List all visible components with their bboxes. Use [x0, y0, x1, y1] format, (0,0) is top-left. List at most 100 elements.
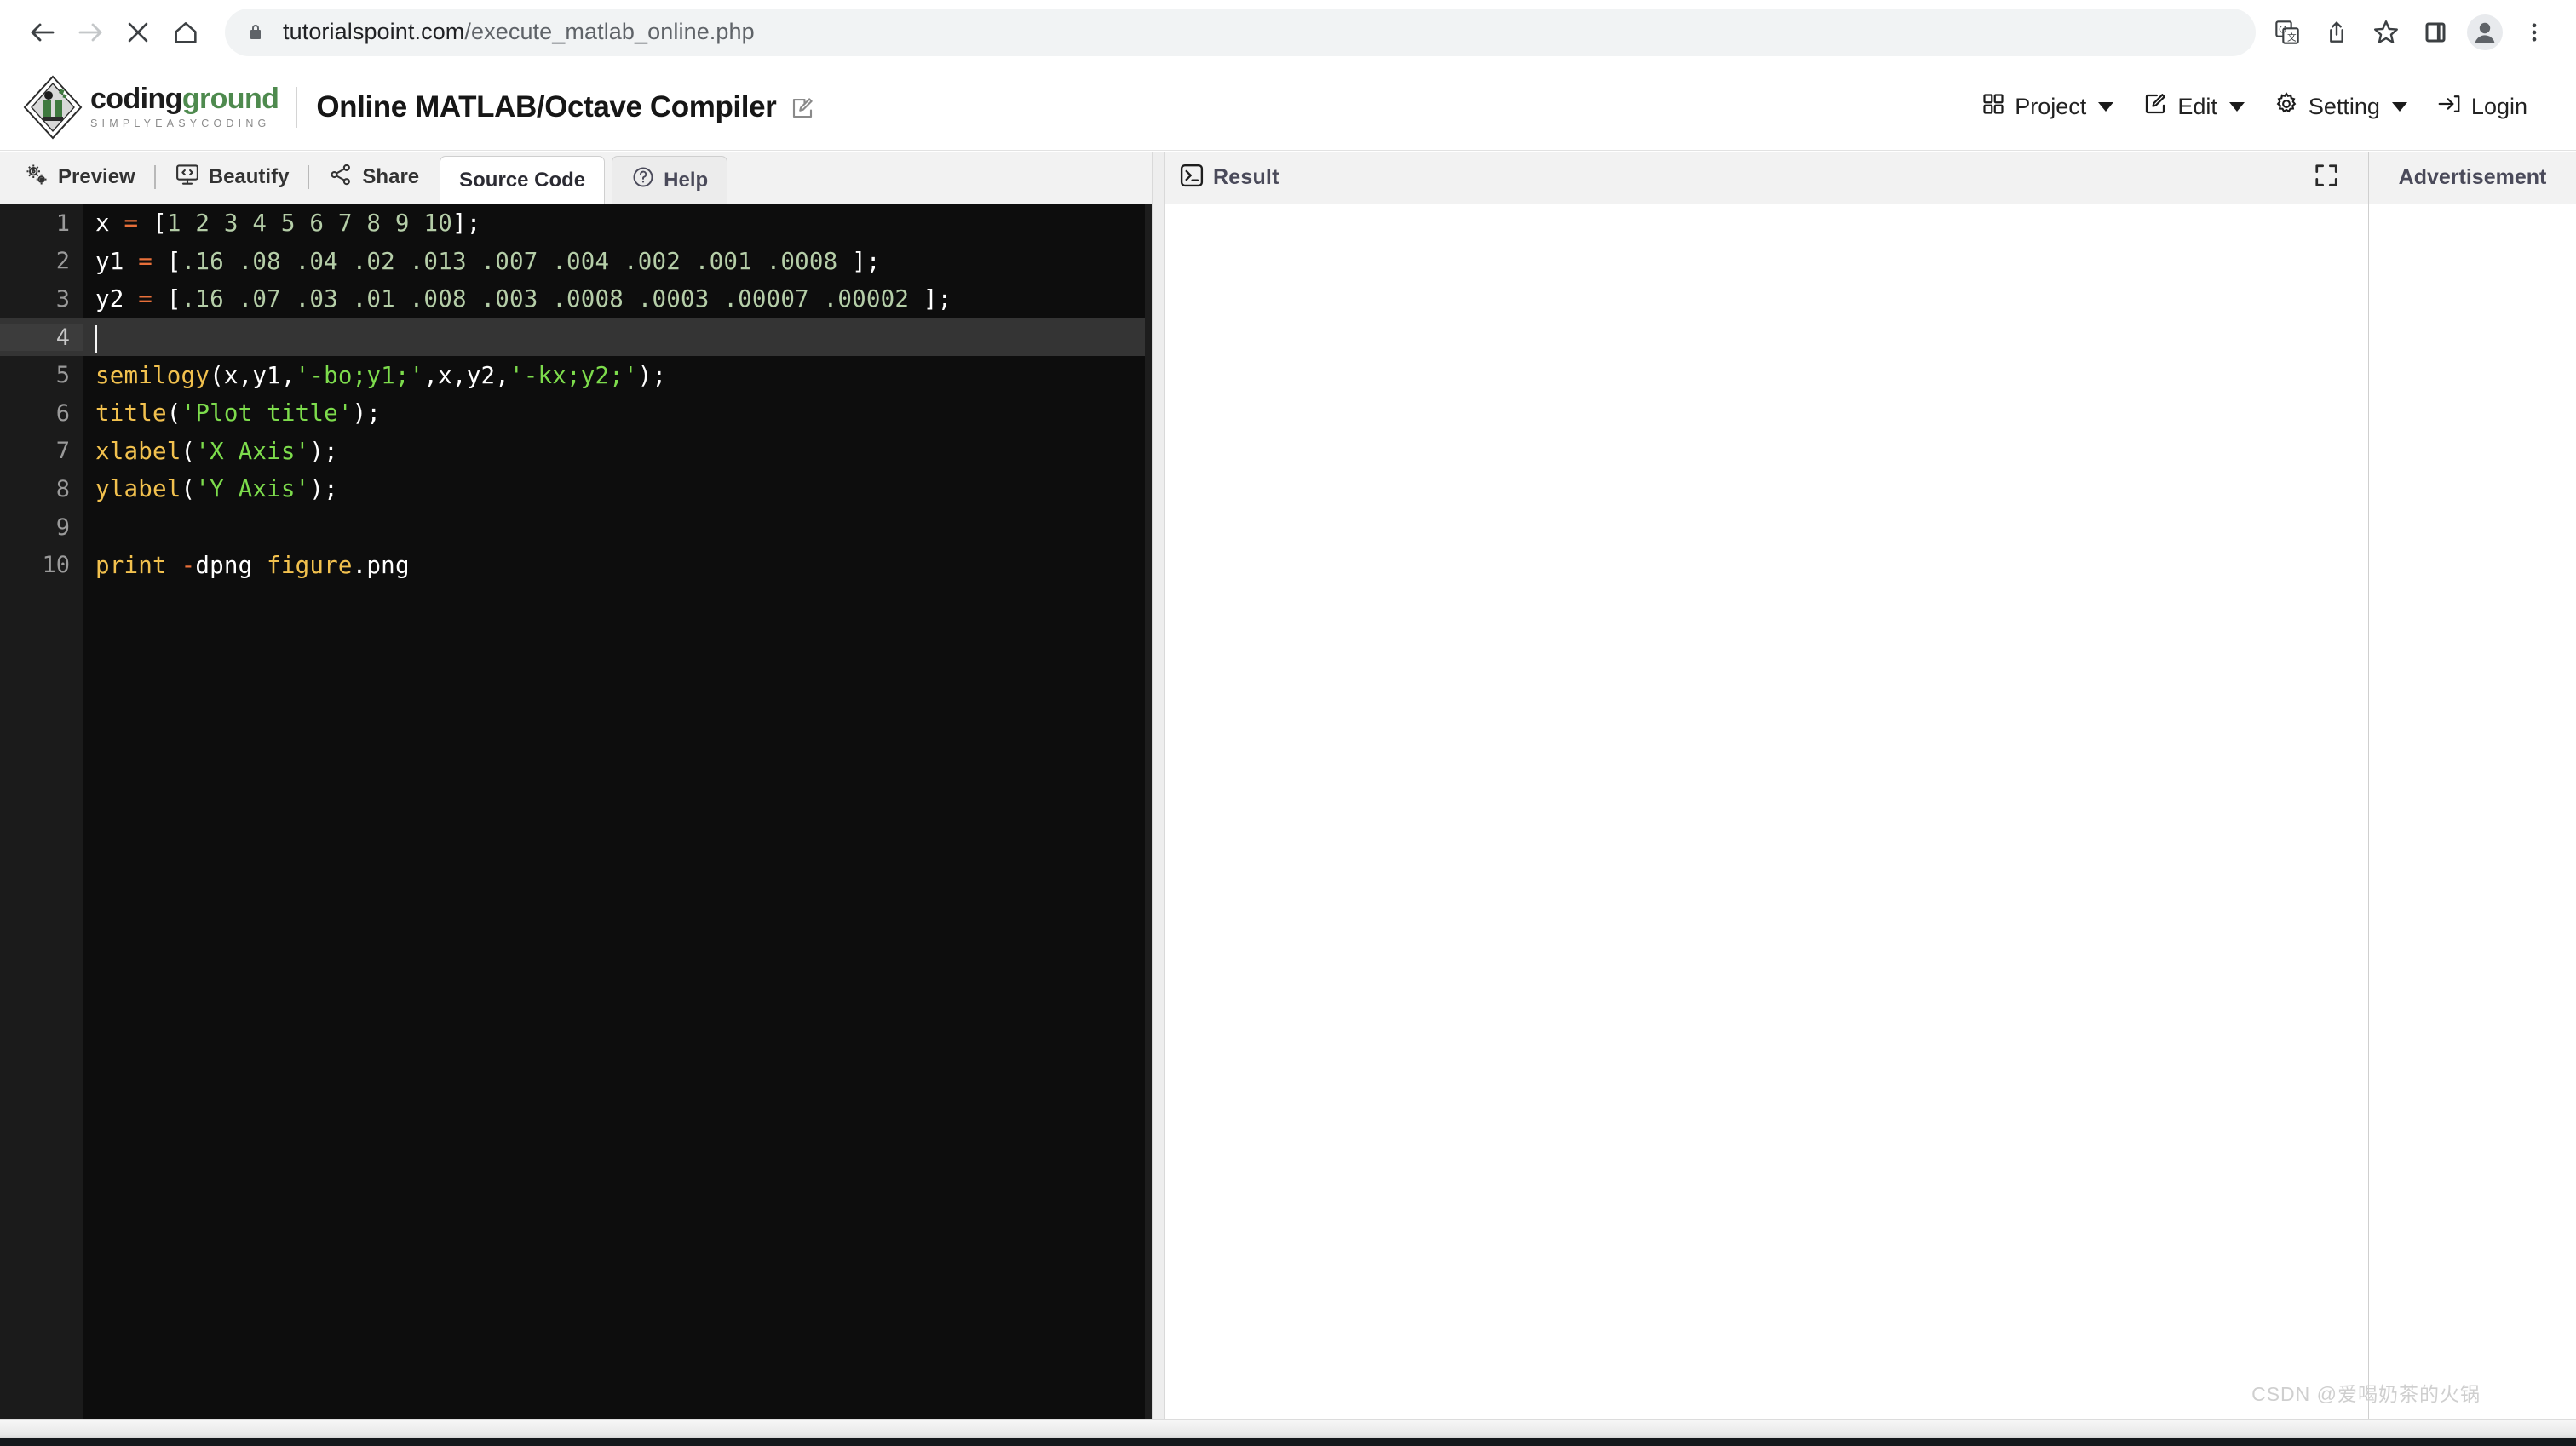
token-punc: (	[166, 399, 181, 427]
editor-toolbar-buttons: Preview Beautify Share	[0, 151, 431, 204]
translate-button[interactable]: G 文	[2264, 9, 2310, 55]
token-punc: dpng	[195, 551, 253, 579]
code-line[interactable]: 8 ylabel('Y Axis');	[0, 470, 1152, 508]
page-title: Online MATLAB/Octave Compiler	[316, 90, 815, 124]
code-line-text[interactable]: semilogy(x,y1,'-bo;y1;',x,y2,'-kx;y2;');	[83, 362, 1152, 389]
result-output	[1165, 204, 2368, 1420]
three-dot-menu-icon	[2522, 20, 2546, 44]
stop-button[interactable]	[114, 9, 162, 56]
browser-menu-button[interactable]	[2511, 9, 2557, 55]
token-punc: (x,y1,	[210, 361, 296, 389]
tab-source-code[interactable]: Source Code	[440, 156, 606, 204]
line-number: 3	[55, 285, 70, 313]
tab-help[interactable]: Help	[612, 156, 728, 204]
nav-item-setting-label: Setting	[2308, 94, 2380, 119]
token-punc: [	[166, 247, 181, 275]
svg-text:文: 文	[2287, 32, 2297, 43]
home-icon	[171, 18, 200, 47]
token-flag: -	[181, 551, 196, 579]
result-panel: Result	[1165, 152, 2368, 1420]
side-panel-icon	[2423, 20, 2448, 45]
nav-item-login[interactable]: Login	[2422, 82, 2542, 133]
monitor-code-icon	[175, 162, 200, 193]
code-editor[interactable]: 1 x = [1 2 3 4 5 6 7 8 9 10]; 2 y1 = [.16 .…	[0, 204, 1152, 1420]
device-bezel-bottom	[0, 1438, 2576, 1446]
beautify-button[interactable]: Beautify	[163, 151, 302, 204]
code-line[interactable]: 6 title('Plot title');	[0, 394, 1152, 433]
advertisement-panel: Advertisement	[2368, 152, 2576, 1420]
token-str: 'X Axis'	[195, 437, 310, 465]
brand-text: codingground SIMPLYEASYCODING	[90, 84, 279, 129]
nav-item-project[interactable]: Project	[1967, 82, 2128, 133]
code-line-text[interactable]: title('Plot title');	[83, 399, 1152, 427]
code-area[interactable]: 1 x = [1 2 3 4 5 6 7 8 9 10]; 2 y1 = [.16 .…	[0, 204, 1152, 1420]
code-line[interactable]: 10 print -dpng figure.png	[0, 546, 1152, 584]
line-number: 7	[55, 438, 70, 465]
line-number: 10	[42, 552, 70, 579]
gear-icon	[2274, 91, 2299, 123]
code-line[interactable]: 7 xlabel('X Axis');	[0, 433, 1152, 471]
side-panel-button[interactable]	[2412, 9, 2458, 55]
profile-button[interactable]	[2462, 9, 2508, 55]
token-punc: );	[637, 361, 667, 389]
stop-x-icon	[124, 18, 152, 47]
chevron-down-icon	[2098, 102, 2114, 112]
share-button[interactable]	[2314, 9, 2360, 55]
code-line-text[interactable]: y2 = [.16 .07 .03 .01 .008 .003 .0008 .0…	[83, 285, 1152, 313]
address-bar[interactable]: tutorialspoint.com/execute_matlab_online…	[225, 8, 2256, 56]
svg-text:G: G	[2279, 23, 2286, 35]
beautify-button-label: Beautify	[208, 165, 290, 188]
nav-item-edit[interactable]: Edit	[2128, 82, 2259, 133]
fullscreen-button[interactable]	[2298, 163, 2355, 192]
line-number: 2	[55, 248, 70, 275]
token-str: 'Y Axis'	[195, 475, 310, 503]
home-button[interactable]	[162, 9, 210, 56]
share-nodes-icon	[328, 162, 354, 193]
line-number: 1	[55, 209, 70, 237]
code-line[interactable]: 3 y2 = [.16 .07 .03 .01 .008 .003 .0008 .…	[0, 280, 1152, 318]
line-number: 8	[55, 475, 70, 502]
code-line[interactable]: 4	[0, 318, 1152, 357]
fullscreen-expand-icon	[2314, 163, 2339, 192]
panel-splitter[interactable]	[1152, 152, 1165, 1420]
token-fn: print	[95, 551, 167, 579]
share-icon	[2323, 19, 2350, 46]
bookmark-button[interactable]	[2363, 9, 2409, 55]
edit-title-pencil-square-icon[interactable]	[790, 95, 815, 121]
token-punc: (	[181, 437, 196, 465]
token-op: =	[124, 209, 139, 238]
token-punc: .png	[352, 551, 410, 579]
line-number: 9	[55, 514, 70, 541]
site-header: codingground SIMPLYEASYCODING Online MAT…	[0, 64, 2576, 151]
share-button[interactable]: Share	[316, 151, 431, 204]
back-button[interactable]	[19, 9, 66, 56]
nav-item-setting[interactable]: Setting	[2259, 82, 2422, 133]
forward-button[interactable]	[66, 9, 114, 56]
star-icon	[2372, 18, 2401, 47]
brand-logo-group[interactable]: codingground SIMPLYEASYCODING	[22, 74, 279, 141]
code-line-text[interactable]: ylabel('Y Axis');	[83, 475, 1152, 502]
brand-name: codingground	[90, 84, 279, 113]
code-line-text[interactable]	[83, 324, 1152, 353]
page-title-text: Online MATLAB/Octave Compiler	[316, 89, 777, 123]
editor-vertical-scrollbar[interactable]	[1145, 204, 1152, 1420]
code-line[interactable]: 5 semilogy(x,y1,'-bo;y1;',x,y2,'-kx;y2;')…	[0, 356, 1152, 394]
code-line-text[interactable]: print -dpng figure.png	[83, 552, 1152, 579]
nav-item-login-label: Login	[2470, 94, 2527, 119]
preview-button[interactable]: Preview	[12, 151, 147, 204]
code-line-text[interactable]: y1 = [.16 .08 .04 .02 .013 .007 .004 .00…	[83, 248, 1152, 275]
code-line[interactable]: 1 x = [1 2 3 4 5 6 7 8 9 10];	[0, 204, 1152, 243]
tab-help-label: Help	[664, 168, 709, 192]
code-line-text[interactable]: x = [1 2 3 4 5 6 7 8 9 10];	[83, 209, 1152, 237]
code-line-text[interactable]: xlabel('X Axis');	[83, 438, 1152, 465]
token-punc: ,x,y2,	[423, 361, 509, 389]
line-number: 5	[55, 362, 70, 389]
code-line[interactable]: 9	[0, 508, 1152, 547]
code-line[interactable]: 2 y1 = [.16 .08 .04 .02 .013 .007 .004 .0…	[0, 243, 1152, 281]
result-panel-title: Result	[1213, 165, 1279, 189]
tab-source-code-label: Source Code	[459, 168, 586, 192]
token-num: .16 .08 .04 .02 .013 .007 .004 .002 .001…	[181, 247, 853, 275]
